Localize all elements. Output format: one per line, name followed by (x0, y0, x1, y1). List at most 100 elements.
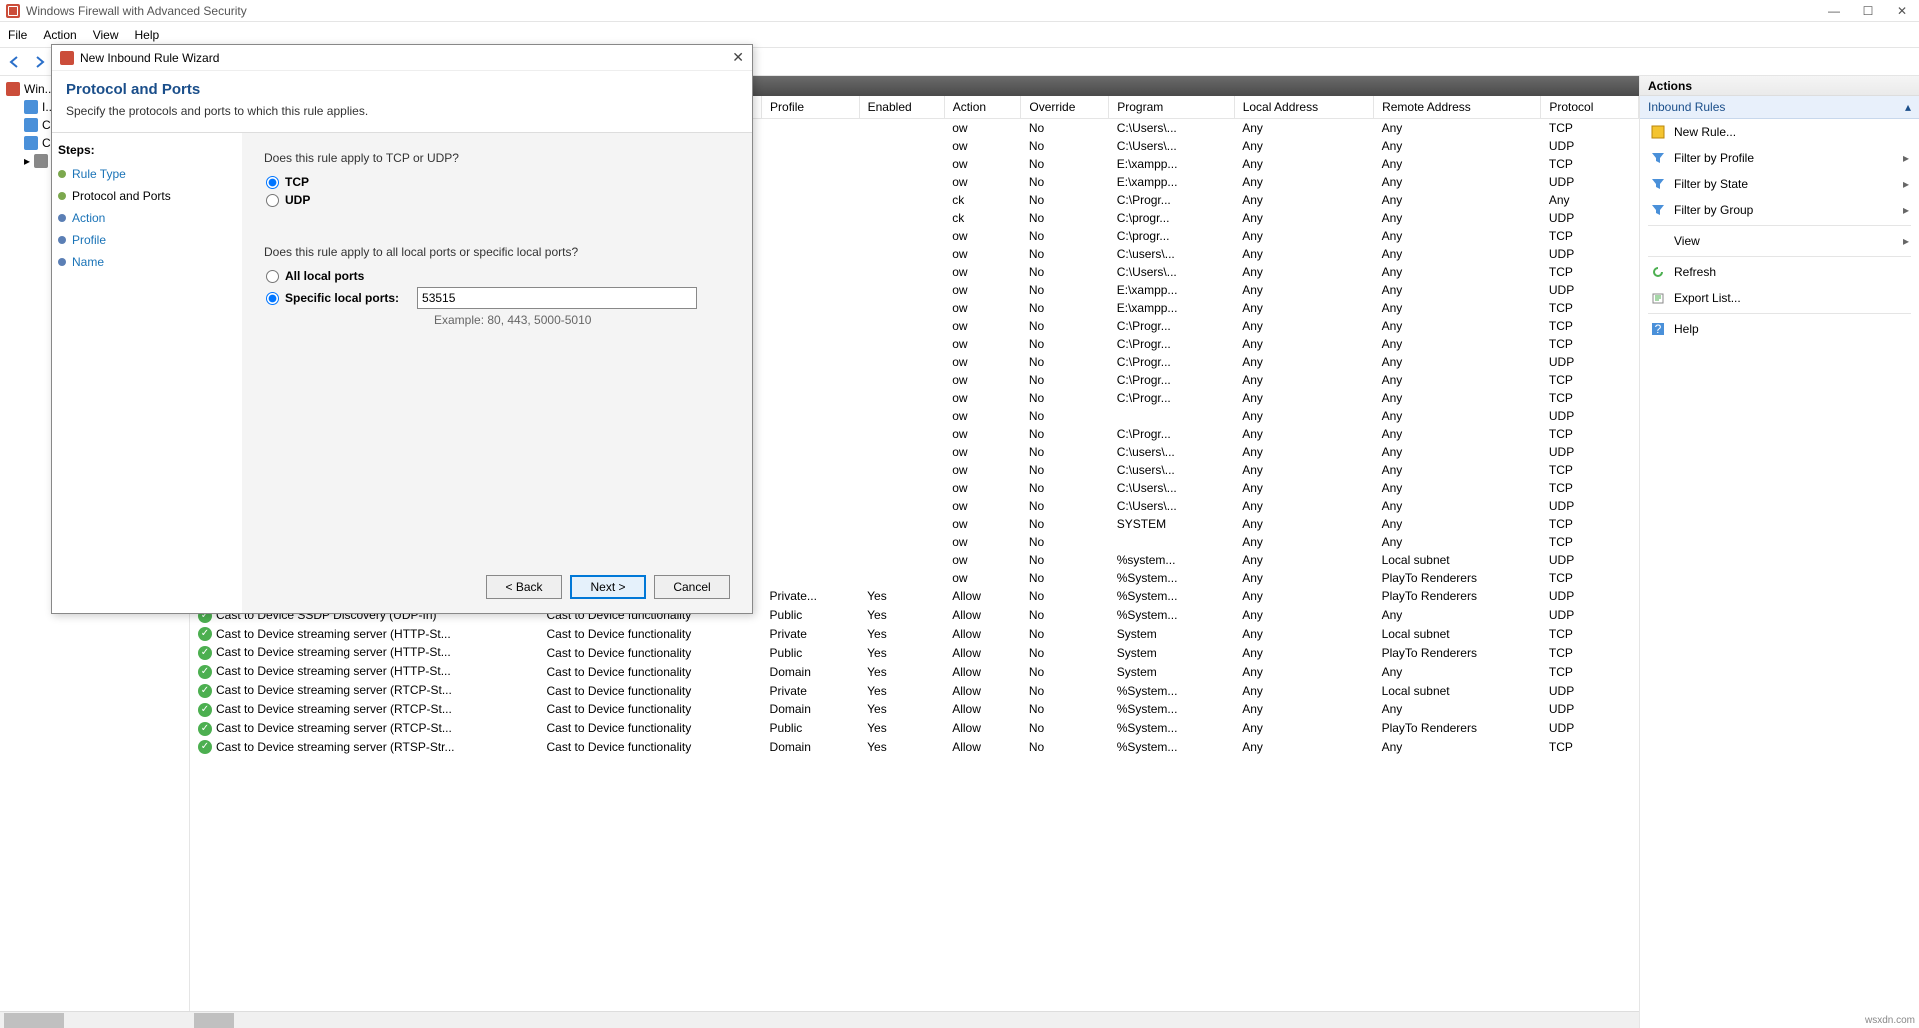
dialog-header: Protocol and Ports Specify the protocols… (52, 71, 752, 133)
wizard-step-action[interactable]: Action (56, 207, 242, 229)
column-header[interactable]: Remote Address (1374, 96, 1541, 119)
table-row[interactable]: ✓Cast to Device streaming server (HTTP-S… (190, 643, 1639, 662)
wizard-steps: Steps: Rule Type Protocol and Ports Action… (52, 133, 242, 613)
step-link[interactable]: Name (72, 255, 104, 269)
tree-scrollbar[interactable] (0, 1011, 190, 1028)
column-header[interactable]: Program (1109, 96, 1234, 119)
steps-label: Steps: (56, 143, 242, 157)
maximize-button[interactable]: ☐ (1851, 0, 1885, 22)
watermark: wsxdn.com (1865, 1015, 1915, 1026)
action-help[interactable]: ? Help (1640, 316, 1919, 342)
wizard-dialog: New Inbound Rule Wizard ✕ Protocol and P… (51, 44, 753, 614)
label-tcp: TCP (285, 175, 309, 189)
chevron-right-icon: ▸ (1903, 151, 1909, 165)
action-filter-by-state[interactable]: Filter by State▸ (1640, 171, 1919, 197)
action-label: Filter by Profile (1674, 151, 1754, 165)
action-export-list-[interactable]: Export List... (1640, 285, 1919, 311)
step-link[interactable]: Action (72, 211, 105, 225)
table-row[interactable]: ✓Cast to Device streaming server (RTSP-S… (190, 738, 1639, 757)
label-udp: UDP (285, 193, 310, 207)
dialog-subheading: Specify the protocols and ports to which… (66, 104, 738, 118)
refresh-icon (1650, 264, 1666, 280)
menu-view[interactable]: View (93, 28, 119, 42)
rule-enabled-icon: ✓ (198, 740, 212, 754)
step-bullet-icon (58, 170, 66, 178)
step-link[interactable]: Rule Type (72, 167, 126, 181)
help-icon: ? (1650, 321, 1666, 337)
radio-specific-ports-row[interactable]: Specific local ports: (266, 287, 730, 309)
action-label: New Rule... (1674, 125, 1736, 139)
table-row[interactable]: ✓Cast to Device streaming server (HTTP-S… (190, 625, 1639, 644)
dialog-close-icon[interactable]: ✕ (732, 49, 744, 66)
rule-enabled-icon: ✓ (198, 722, 212, 736)
dialog-heading: Protocol and Ports (66, 81, 738, 98)
port-example: Example: 80, 443, 5000-5010 (434, 313, 730, 327)
menu-help[interactable]: Help (135, 28, 160, 42)
menu-file[interactable]: File (8, 28, 27, 42)
back-button[interactable]: < Back (486, 575, 562, 599)
minimize-button[interactable]: — (1817, 0, 1851, 22)
step-bullet-icon (58, 236, 66, 244)
action-label: Refresh (1674, 265, 1716, 279)
radio-udp[interactable] (266, 194, 279, 207)
dialog-titlebar: New Inbound Rule Wizard ✕ (52, 45, 752, 71)
action-filter-by-profile[interactable]: Filter by Profile ▸ (1640, 145, 1919, 171)
export-icon (1650, 290, 1666, 306)
wizard-step-profile[interactable]: Profile (56, 229, 242, 251)
new-rule-icon (1650, 124, 1666, 140)
collapse-icon[interactable]: ▴ (1905, 100, 1911, 114)
separator (1648, 313, 1911, 314)
monitoring-icon (34, 154, 48, 168)
radio-specific-ports[interactable] (266, 292, 279, 305)
next-button[interactable]: Next > (570, 575, 646, 599)
rule-enabled-icon: ✓ (198, 665, 212, 679)
wizard-step-rule-type[interactable]: Rule Type (56, 163, 242, 185)
column-header[interactable]: Local Address (1234, 96, 1373, 119)
menu-action[interactable]: Action (43, 28, 76, 42)
column-header[interactable]: Profile (762, 96, 860, 119)
forward-icon[interactable] (30, 53, 48, 71)
question-protocol: Does this rule apply to TCP or UDP? (264, 151, 730, 165)
horizontal-scrollbar[interactable] (190, 1011, 1639, 1028)
step-bullet-icon (58, 258, 66, 266)
rule-enabled-icon: ✓ (198, 703, 212, 717)
firewall-icon (6, 82, 20, 96)
table-row[interactable]: ✓Cast to Device streaming server (RTCP-S… (190, 700, 1639, 719)
column-header[interactable]: Action (944, 96, 1021, 119)
column-header[interactable]: Override (1021, 96, 1109, 119)
action-new-rule-[interactable]: New Rule... (1640, 119, 1919, 145)
action-refresh[interactable]: Refresh (1640, 259, 1919, 285)
step-bullet-icon (58, 192, 66, 200)
connection-icon (24, 136, 38, 150)
filter-icon (1650, 150, 1666, 166)
action-view[interactable]: View▸ (1640, 228, 1919, 254)
label-all-ports: All local ports (285, 269, 364, 283)
dialog-title: New Inbound Rule Wizard (80, 51, 219, 65)
action-filter-by-group[interactable]: Filter by Group▸ (1640, 197, 1919, 223)
step-link[interactable]: Protocol and Ports (72, 189, 171, 203)
table-row[interactable]: ✓Cast to Device streaming server (RTCP-S… (190, 681, 1639, 700)
chevron-right-icon: ▸ (1903, 203, 1909, 217)
close-button[interactable]: ✕ (1885, 0, 1919, 22)
radio-udp-row[interactable]: UDP (266, 193, 730, 207)
table-row[interactable]: ✓Cast to Device streaming server (RTCP-S… (190, 719, 1639, 738)
column-header[interactable]: Enabled (859, 96, 944, 119)
radio-all-ports[interactable] (266, 270, 279, 283)
step-link[interactable]: Profile (72, 233, 106, 247)
blank-icon (1650, 233, 1666, 249)
radio-tcp-row[interactable]: TCP (266, 175, 730, 189)
separator (1648, 256, 1911, 257)
table-row[interactable]: ✓Cast to Device streaming server (HTTP-S… (190, 662, 1639, 681)
actions-subtitle[interactable]: Inbound Rules ▴ (1640, 96, 1919, 119)
radio-tcp[interactable] (266, 176, 279, 189)
back-icon[interactable] (6, 53, 24, 71)
column-header[interactable]: Protocol (1541, 96, 1639, 119)
port-input[interactable] (417, 287, 697, 309)
wizard-step-name[interactable]: Name (56, 251, 242, 273)
wizard-step-protocol-and-ports[interactable]: Protocol and Ports (56, 185, 242, 207)
cancel-button[interactable]: Cancel (654, 575, 730, 599)
rule-enabled-icon: ✓ (198, 684, 212, 698)
radio-all-ports-row[interactable]: All local ports (266, 269, 730, 283)
actions-pane: Actions Inbound Rules ▴ New Rule...Filte… (1639, 76, 1919, 1028)
action-label: Help (1674, 322, 1699, 336)
